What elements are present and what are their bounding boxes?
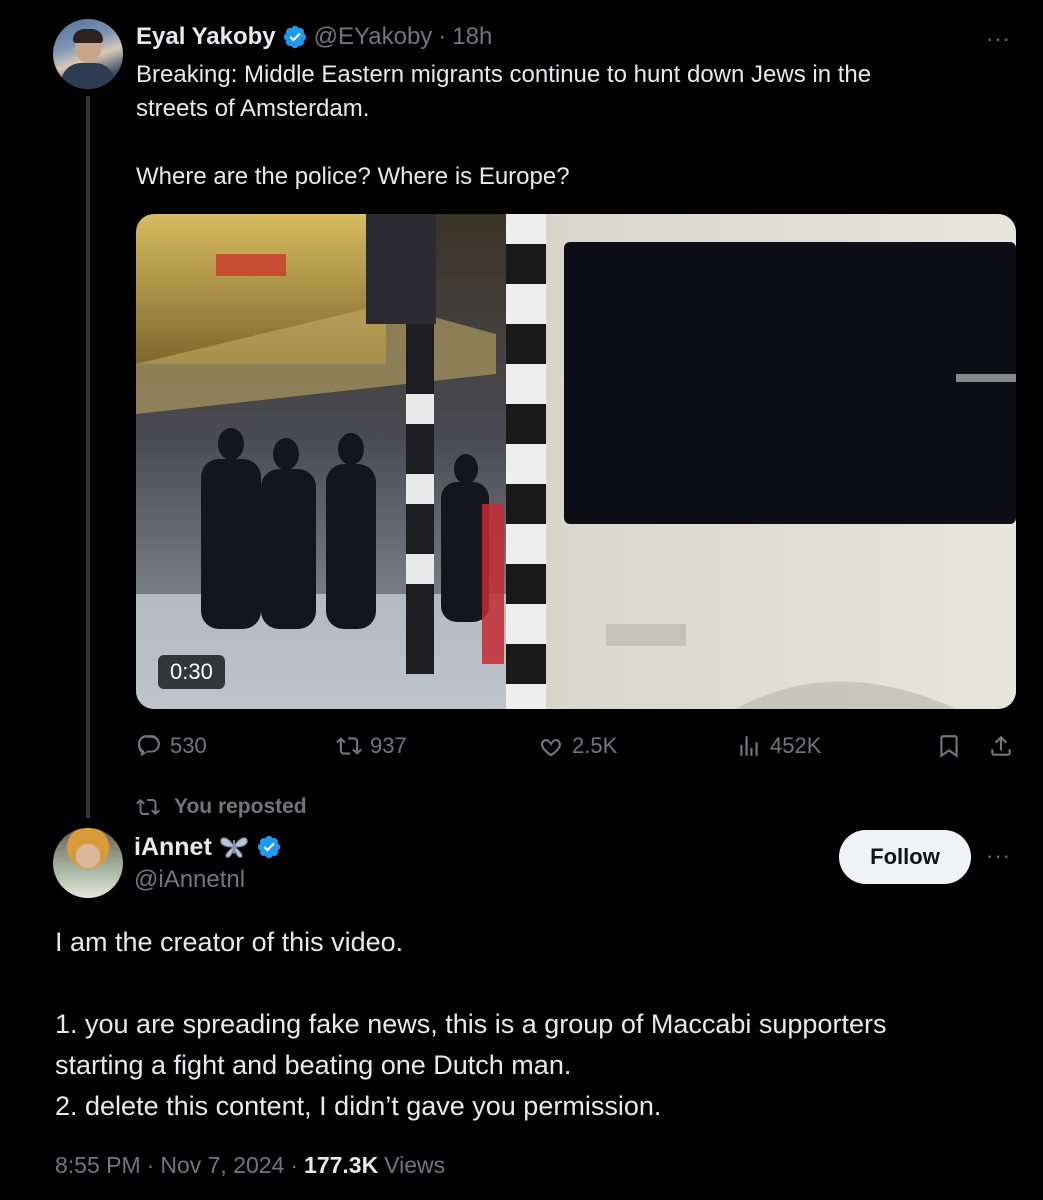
more-options-icon[interactable]: ··· xyxy=(986,26,1011,52)
like-icon xyxy=(540,738,562,757)
bookmark-button[interactable] xyxy=(936,728,962,764)
share-icon xyxy=(991,735,1011,756)
views-count: 177.3K xyxy=(304,1152,379,1178)
separator: · xyxy=(146,1152,155,1178)
author-handle[interactable]: @iAnnetnl xyxy=(134,866,245,894)
tweet-text: I am the creator of this video. 1. you a… xyxy=(55,927,887,1121)
author-handle[interactable]: @EYakoby xyxy=(314,23,433,51)
views-button[interactable]: 452K xyxy=(736,728,821,764)
like-button[interactable]: 2.5K xyxy=(538,728,617,764)
verified-badge-icon xyxy=(257,835,280,859)
more-options-icon[interactable]: ··· xyxy=(986,843,1011,869)
views-label: Views xyxy=(384,1152,446,1178)
reply-count: 530 xyxy=(170,733,207,758)
post-time[interactable]: 8:55 PM xyxy=(55,1152,141,1179)
reply-icon xyxy=(137,735,160,757)
avatar[interactable] xyxy=(53,19,123,89)
avatar[interactable] xyxy=(53,828,123,898)
tweet-header: iAnnet xyxy=(134,830,282,864)
repost-icon xyxy=(336,737,362,755)
separator: · xyxy=(438,23,447,50)
author-name[interactable]: iAnnet xyxy=(134,833,212,862)
follow-button[interactable]: Follow xyxy=(839,830,971,884)
repost-count: 937 xyxy=(370,733,407,758)
views-count: 452K xyxy=(770,733,822,758)
like-count: 2.5K xyxy=(572,733,618,758)
repost-icon xyxy=(136,798,160,816)
video-player[interactable]: 0:30 xyxy=(136,214,1016,709)
author-name[interactable]: Eyal Yakoby xyxy=(136,23,276,51)
repost-label: You reposted xyxy=(174,795,307,818)
repost-button[interactable]: 937 xyxy=(336,728,407,764)
verified-badge-icon xyxy=(283,25,306,49)
video-frame xyxy=(136,214,1016,709)
separator: · xyxy=(290,1152,299,1178)
tweet-header: Eyal Yakoby @EYakoby · 18h xyxy=(136,20,492,54)
repost-indicator: You reposted xyxy=(136,795,307,819)
butterfly-icon xyxy=(220,837,248,858)
views-icon xyxy=(740,736,758,756)
thread-line xyxy=(86,96,90,818)
share-button[interactable] xyxy=(988,728,1014,764)
tweet-metadata: 8:55 PM · Nov 7, 2024 · 177.3K Views xyxy=(55,1152,445,1179)
video-duration: 0:30 xyxy=(158,655,225,689)
post-date[interactable]: Nov 7, 2024 xyxy=(160,1152,284,1179)
action-bar: 530 937 2.5K 452K xyxy=(136,728,1026,764)
reply-button[interactable]: 530 xyxy=(136,728,207,764)
tweet-text: Breaking: Middle Eastern migrants contin… xyxy=(136,61,872,190)
timestamp[interactable]: 18h xyxy=(452,23,492,51)
bookmark-icon xyxy=(940,735,958,758)
